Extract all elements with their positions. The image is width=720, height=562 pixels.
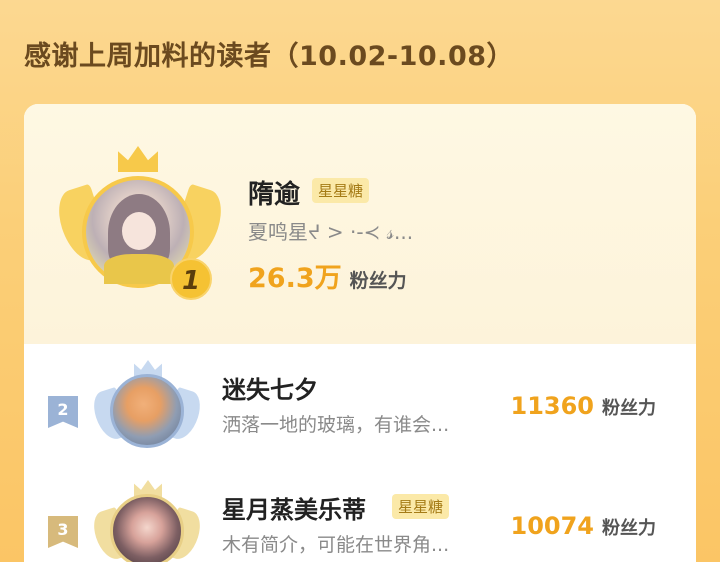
fans-power: 26.3万 粉丝力 xyxy=(248,256,407,295)
reader-tag: 星星糖 xyxy=(392,494,450,519)
reader-name[interactable]: 星月蒸美乐蒂 xyxy=(222,490,366,525)
avatar-frame xyxy=(88,480,206,562)
ranking-item-3[interactable]: 3 星月蒸美乐蒂 星星糖 木有简介，可能在世界角... 10074 粉丝力 xyxy=(24,464,696,562)
avatar-frame: 1 xyxy=(51,146,229,306)
reader-tag: 星星糖 xyxy=(312,178,370,203)
reader-bio: 夏鸣星ᔪ > ·-≺ 𝓈... xyxy=(248,220,414,244)
fans-power: 10074 粉丝力 xyxy=(511,512,657,540)
fans-value: 10074 xyxy=(510,512,595,540)
fans-label: 粉丝力 xyxy=(602,518,656,539)
ranking-item-1[interactable]: 1 隋逾 星星糖 夏鸣星ᔪ > ·-≺ 𝓈... 26.3万 粉丝力 xyxy=(24,104,696,344)
avatar-frame xyxy=(88,360,206,460)
avatar[interactable] xyxy=(110,494,184,562)
avatar[interactable] xyxy=(110,374,184,448)
ranking-item-2[interactable]: 2 迷失七夕 洒落一地的玻璃，有谁会... 11360 粉丝力 xyxy=(24,344,696,464)
reader-name[interactable]: 隋逾 xyxy=(248,174,300,211)
fans-value: 11360 xyxy=(510,392,595,420)
page-title: 感谢上周加料的读者（10.02-10.08） xyxy=(24,41,515,72)
rank-badge: 3 xyxy=(48,516,78,548)
reader-name[interactable]: 迷失七夕 xyxy=(222,370,318,405)
fans-label: 粉丝力 xyxy=(349,270,407,292)
crown-icon xyxy=(118,146,158,172)
reader-ranking-card: 1 隋逾 星星糖 夏鸣星ᔪ > ·-≺ 𝓈... 26.3万 粉丝力 2 迷失七夕… xyxy=(24,104,696,562)
rank-badge: 2 xyxy=(48,396,78,428)
rank-badge: 1 xyxy=(170,258,212,300)
reader-bio: 木有简介，可能在世界角... xyxy=(222,534,450,556)
fans-value: 26.3万 xyxy=(248,263,342,294)
fans-power: 11360 粉丝力 xyxy=(511,392,657,420)
fans-label: 粉丝力 xyxy=(602,398,656,419)
reader-bio: 洒落一地的玻璃，有谁会... xyxy=(222,414,450,436)
